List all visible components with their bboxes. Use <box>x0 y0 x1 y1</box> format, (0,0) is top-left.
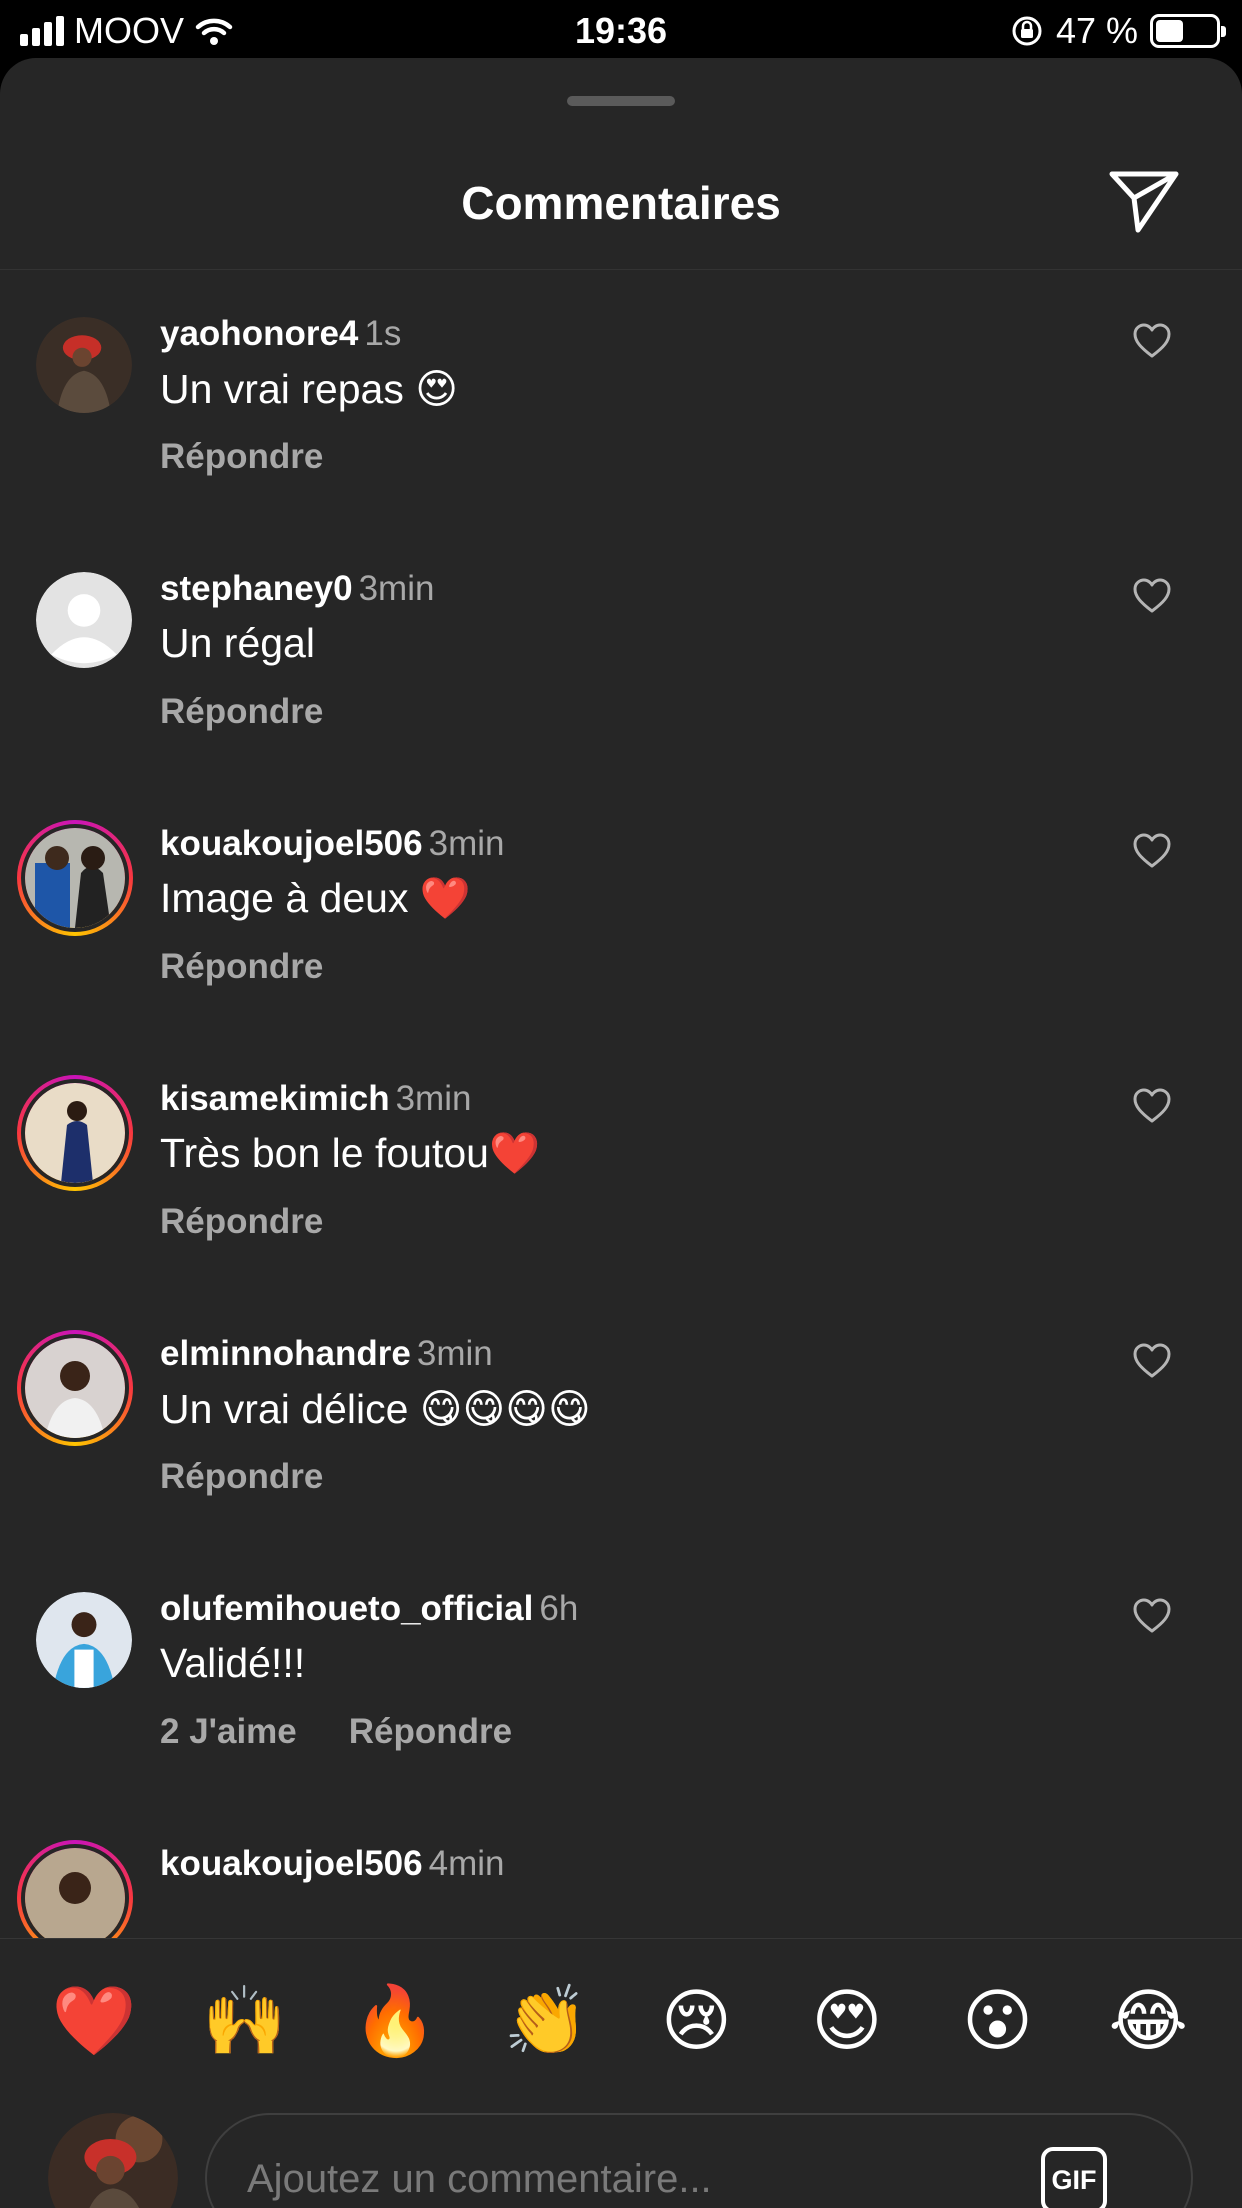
current-user-avatar <box>48 2113 178 2208</box>
avatar-story-ring[interactable] <box>17 1840 133 1938</box>
reaction-emoji-button[interactable]: 😍 <box>802 1976 892 2066</box>
battery-percent: 47 % <box>1055 10 1138 51</box>
reply-button[interactable]: Répondre <box>160 947 323 987</box>
comment-header: kouakoujoel506 3min <box>160 824 504 864</box>
reaction-emoji-button[interactable]: 😢 <box>651 1976 741 2066</box>
avatar <box>21 1334 129 1442</box>
comment-text: Image à deux ❤️ <box>160 875 471 921</box>
username[interactable]: olufemihoueto_official <box>160 1589 533 1628</box>
battery-icon <box>1150 14 1226 48</box>
heart-icon[interactable] <box>1132 1597 1172 1635</box>
comment-header: kisamekimich 3min <box>160 1079 471 1119</box>
heart-icon[interactable] <box>1132 322 1172 360</box>
comment-item: kouakoujoel506 4min <box>0 1800 1242 1938</box>
status-bar: MOOV 19:36 47 % <box>0 0 1242 62</box>
battery-level <box>1156 20 1184 42</box>
comment-actions: Répondre <box>160 692 323 732</box>
reply-button[interactable]: Répondre <box>160 692 323 732</box>
paper-plane-icon[interactable] <box>1108 170 1180 234</box>
heart-icon[interactable] <box>1132 1342 1172 1380</box>
comments-list[interactable]: yaohonore4 1s Un vrai repas 😍 Répondre steph… <box>0 270 1242 1938</box>
divider <box>0 1938 1242 1939</box>
comment-time: 6h <box>539 1589 579 1628</box>
comment-item: olufemihoueto_official 6h Validé!!! 2 J'aim… <box>0 1545 1242 1800</box>
comment-time: 3min <box>428 824 505 863</box>
likes-count[interactable]: 2 J'aime <box>160 1712 297 1752</box>
comment-actions: Répondre <box>160 1457 323 1497</box>
comment-item: kisamekimich 3min Très bon le foutou❤️ Répo… <box>0 1035 1242 1290</box>
avatar-story-ring[interactable] <box>17 1330 133 1446</box>
avatar-story-ring[interactable] <box>17 1075 133 1191</box>
reaction-bar: ❤️ 🙌 🔥 👏 😢 😍 😮 😂 <box>0 1958 1242 2088</box>
username[interactable]: kisamekimich <box>160 1079 390 1118</box>
comment-actions: Répondre <box>160 947 323 987</box>
reply-button[interactable]: Répondre <box>160 1202 323 1242</box>
comment-item: elminnohandre 3min Un vrai délice 😋😋😋😋 Répo… <box>0 1290 1242 1545</box>
avatar <box>21 1079 129 1187</box>
comment-actions: 2 J'aime Répondre <box>160 1712 512 1752</box>
comment-item: stephaney0 3min Un régal Répondre <box>0 525 1242 780</box>
reaction-emoji-button[interactable]: 🙌 <box>200 1976 290 2066</box>
username[interactable]: kouakoujoel506 <box>160 1844 423 1883</box>
comment-time: 1s <box>364 314 402 353</box>
comment-item: kouakoujoel506 3min Image à deux ❤️ Répondr… <box>0 780 1242 1035</box>
page-title: Commentaires <box>461 177 781 229</box>
comment-header: stephaney0 3min <box>160 569 434 609</box>
username[interactable]: yaohonore4 <box>160 314 358 353</box>
username[interactable]: stephaney0 <box>160 569 353 608</box>
comment-time: 3min <box>416 1334 493 1373</box>
avatar-story-ring[interactable] <box>17 820 133 936</box>
reaction-emoji-button[interactable]: 😮 <box>953 1976 1043 2066</box>
reply-button[interactable]: Répondre <box>160 437 323 477</box>
reaction-emoji-button[interactable]: 👏 <box>501 1976 591 2066</box>
heart-icon[interactable] <box>1132 1087 1172 1125</box>
comment-input[interactable]: Ajoutez un commentaire... GIF <box>205 2113 1193 2208</box>
heart-icon[interactable] <box>1132 577 1172 615</box>
avatar[interactable] <box>36 1592 132 1688</box>
comment-actions: Répondre <box>160 1202 323 1242</box>
comment-actions: Répondre <box>160 437 323 477</box>
comment-header: yaohonore4 1s <box>160 314 401 354</box>
reply-button[interactable]: Répondre <box>349 1712 512 1752</box>
comment-text: Validé!!! <box>160 1640 306 1686</box>
comment-time: 3min <box>395 1079 472 1118</box>
comment-text: Très bon le foutou❤️ <box>160 1130 541 1176</box>
comment-time: 3min <box>358 569 435 608</box>
comment-time: 4min <box>428 1844 505 1883</box>
avatar[interactable] <box>36 317 132 413</box>
reply-button[interactable]: Répondre <box>160 1457 323 1497</box>
reaction-emoji-button[interactable]: ❤️ <box>49 1976 139 2066</box>
reaction-emoji-button[interactable]: 😂 <box>1103 1976 1193 2066</box>
avatar <box>21 1844 129 1938</box>
comment-header: olufemihoueto_official 6h <box>160 1589 578 1629</box>
orientation-lock-icon <box>1012 16 1042 46</box>
reaction-emoji-button[interactable]: 🔥 <box>350 1976 440 2066</box>
gif-button[interactable]: GIF <box>1041 2147 1107 2208</box>
avatar <box>21 824 129 932</box>
comments-sheet: Commentaires yaohonore4 1s Un vrai repas 😍… <box>0 58 1242 2208</box>
username[interactable]: elminnohandre <box>160 1334 411 1373</box>
comment-header: kouakoujoel506 4min <box>160 1844 504 1884</box>
comment-text: Un vrai délice 😋😋😋😋 <box>160 1386 591 1432</box>
avatar[interactable] <box>36 572 132 668</box>
comment-input-placeholder: Ajoutez un commentaire... <box>247 2157 712 2201</box>
comment-text: Un régal <box>160 620 315 666</box>
comment-header: elminnohandre 3min <box>160 1334 493 1374</box>
heart-icon[interactable] <box>1132 832 1172 870</box>
username[interactable]: kouakoujoel506 <box>160 824 423 863</box>
sheet-header: Commentaires <box>0 58 1242 270</box>
comment-item: yaohonore4 1s Un vrai repas 😍 Répondre <box>0 270 1242 525</box>
comment-text: Un vrai repas 😍 <box>160 366 458 412</box>
